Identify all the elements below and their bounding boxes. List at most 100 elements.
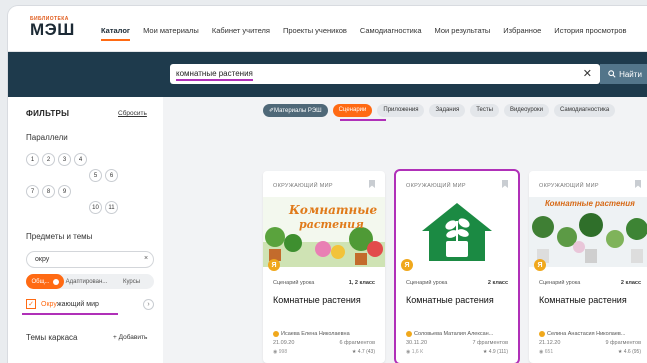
bookmark-icon[interactable] <box>502 180 508 188</box>
card-date: 21.12.20 <box>539 340 561 346</box>
nav-history[interactable]: История просмотров <box>554 26 626 35</box>
segment-adapted[interactable]: Адаптирован... <box>64 274 109 289</box>
card-rating: ★ 4.7 (43) <box>352 349 375 355</box>
card-subject: ОКРУЖАЮЩИЙ МИР <box>539 183 599 189</box>
grades-list: 1 2 3 4 5 6 7 8 9 10 11 <box>26 153 121 214</box>
card-image: Комнатные растения <box>263 197 385 267</box>
nav-my-materials[interactable]: Мои материалы <box>143 26 199 35</box>
card-image <box>396 197 518 267</box>
card-subject: ОКРУЖАЮЩИЙ МИР <box>406 183 466 189</box>
user-icon <box>539 331 545 337</box>
grade-option[interactable]: 5 <box>89 169 102 182</box>
add-frame-link[interactable]: + Добавить <box>113 334 147 341</box>
badge-icon: Я <box>401 259 413 271</box>
grade-option[interactable]: 3 <box>58 153 71 166</box>
rating-value: 4.9 (111) <box>488 349 508 355</box>
app-window: БИБЛИОТЕКА МЭШ Каталог Мои материалы Каб… <box>8 6 647 363</box>
card-author-name: Соловьева Маталия Алексан... <box>414 331 494 337</box>
reset-filters-link[interactable]: Сбросить <box>118 110 147 117</box>
chip-tasks[interactable]: Задания <box>429 104 466 117</box>
subject-match-text: Окру <box>41 300 57 308</box>
grade-option[interactable]: 2 <box>42 153 55 166</box>
grade-option[interactable]: 4 <box>74 153 87 166</box>
highlight-underline <box>340 119 386 121</box>
material-card[interactable]: ОКРУЖАЮЩИЙ МИР Комнатные растения Я Сцен… <box>263 171 385 363</box>
views-count: 651 <box>544 349 554 355</box>
card-views: ◉ 651 <box>539 349 553 355</box>
card-title[interactable]: Комнатные растения <box>273 295 361 305</box>
card-image-caption: Комнатные <box>289 203 378 217</box>
card-type: Сценарий урока <box>273 280 315 286</box>
grade-option[interactable]: 1 <box>26 153 39 166</box>
chip-scenarios[interactable]: Сценарии <box>332 104 373 117</box>
card-views: ◉ 1,6 К <box>406 349 423 355</box>
subject-search-input[interactable]: окру <box>26 251 154 268</box>
nav-catalog[interactable]: Каталог <box>101 26 131 41</box>
grade-option[interactable]: 10 <box>89 201 102 214</box>
nav-favorites[interactable]: Избранное <box>503 26 541 35</box>
bookmark-icon[interactable] <box>635 180 641 188</box>
nav-teacher-cabinet[interactable]: Кабинет учителя <box>212 26 270 35</box>
checkbox-checked-icon[interactable]: ✓ <box>26 299 36 309</box>
filters-sidebar: ФИЛЬТРЫ Сбросить Параллели 1 2 3 4 5 6 7… <box>8 97 163 363</box>
card-author[interactable]: Исаева Елена Николаевна <box>273 331 350 337</box>
grade-option[interactable]: 9 <box>58 185 71 198</box>
clear-icon[interactable]: × <box>144 255 148 262</box>
subject-option-label: Окружающий мир <box>41 301 99 308</box>
card-grade: 1, 2 класс <box>348 280 375 286</box>
highlight-underline <box>22 313 118 315</box>
chip-label: Материалы РЭШ <box>274 108 322 114</box>
segment-label: Общ... <box>31 278 50 285</box>
card-image-caption: Комнатные растения <box>545 199 635 208</box>
grade-option[interactable]: 8 <box>42 185 55 198</box>
grade-option[interactable]: 6 <box>105 169 118 182</box>
card-title[interactable]: Комнатные растения <box>406 295 494 305</box>
grade-option[interactable]: 11 <box>105 201 118 214</box>
type-chips: ✐Материалы РЭШ Сценарии Приложения Задан… <box>263 104 616 117</box>
search-value: комнатные растения <box>176 69 253 81</box>
chip-video-lessons[interactable]: Видеоуроки <box>503 104 549 117</box>
card-grade: 2 класс <box>620 280 641 286</box>
toggle-dot-icon <box>52 278 59 285</box>
chevron-right-icon[interactable]: › <box>143 298 154 310</box>
card-author[interactable]: Соловьева Маталия Алексан... <box>406 331 493 337</box>
search-input[interactable]: комнатные растения ✕ <box>170 64 600 84</box>
parallels-title: Параллели <box>26 133 68 142</box>
chip-tests[interactable]: Тесты <box>470 104 499 117</box>
bookmark-icon[interactable] <box>369 180 375 188</box>
chip-applications[interactable]: Приложения <box>377 104 425 117</box>
chip-resh-materials[interactable]: ✐Материалы РЭШ <box>263 104 328 117</box>
segment-courses[interactable]: Курсы <box>109 274 154 289</box>
top-header: БИБЛИОТЕКА МЭШ Каталог Мои материалы Каб… <box>8 6 647 52</box>
chip-self-diagnostics[interactable]: Самодиагностика <box>553 104 616 117</box>
card-fragments: 7 фрагментов <box>472 340 508 346</box>
segment-general[interactable]: Общ... <box>26 274 64 289</box>
card-date: 21.09.20 <box>273 340 295 346</box>
card-author-name: Селина Анастасия Николаев... <box>547 331 626 337</box>
nav-student-projects[interactable]: Проекты учеников <box>283 26 347 35</box>
card-views: ◉ 998 <box>273 349 287 355</box>
nav-my-results[interactable]: Мои результаты <box>435 26 491 35</box>
logo[interactable]: БИБЛИОТЕКА МЭШ <box>30 16 75 38</box>
rating-value: 4.6 (95) <box>623 349 641 355</box>
user-icon <box>273 331 279 337</box>
user-icon <box>406 331 412 337</box>
subject-option-world[interactable]: ✓ Окружающий мир › <box>26 297 154 311</box>
card-grade: 2 класс <box>487 280 508 286</box>
card-subject: ОКРУЖАЮЩИЙ МИР <box>273 183 333 189</box>
material-card[interactable]: ОКРУЖАЮЩИЙ МИР Комнатные растения Я Сцен… <box>529 171 647 363</box>
subjects-title: Предметы и темы <box>26 232 93 241</box>
find-button[interactable]: Найти <box>600 64 647 84</box>
nav-self-diagnostics[interactable]: Самодиагностика <box>360 26 422 35</box>
grade-option[interactable]: 7 <box>26 185 39 198</box>
card-type: Сценарий урока <box>406 280 448 286</box>
search-band: комнатные растения ✕ Найти <box>8 52 647 97</box>
clear-icon[interactable]: ✕ <box>583 67 592 80</box>
card-author[interactable]: Селина Анастасия Николаев... <box>539 331 625 337</box>
card-rating: ★ 4.6 (95) <box>618 349 641 355</box>
views-count: 1,6 К <box>411 349 424 355</box>
badge-icon: Я <box>268 259 280 271</box>
badge-icon: Я <box>534 259 546 271</box>
card-title[interactable]: Комнатные растения <box>539 295 627 305</box>
material-card[interactable]: ОКРУЖАЮЩИЙ МИР Я Сценарий урока 2 класс … <box>394 169 520 363</box>
